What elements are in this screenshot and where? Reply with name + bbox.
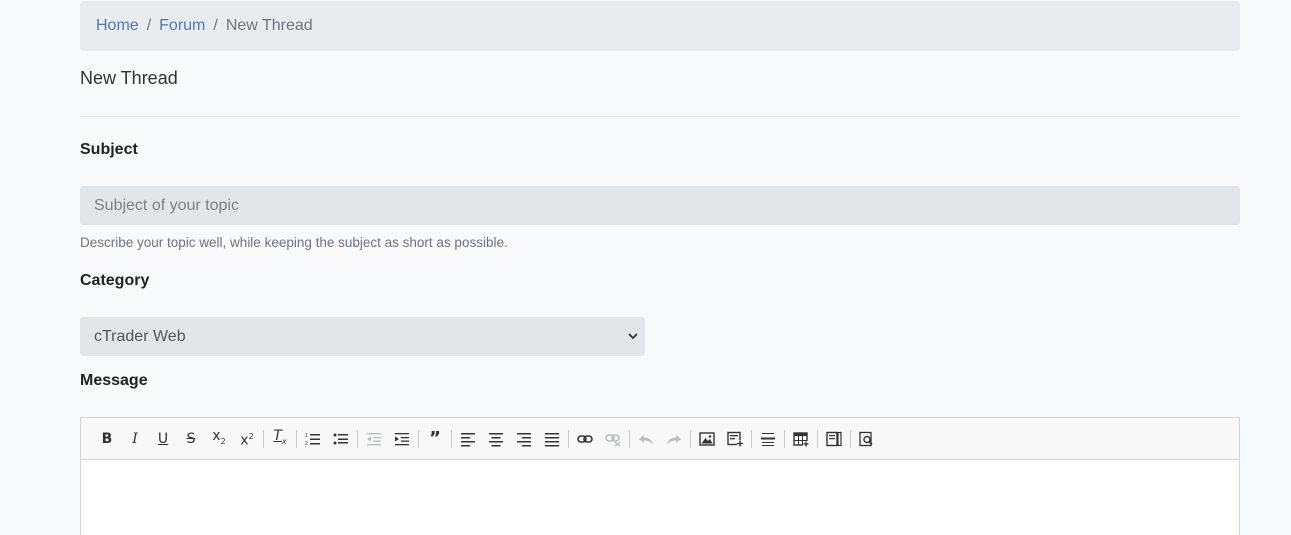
- subscript-icon: x2: [212, 427, 226, 446]
- message-textarea[interactable]: [81, 460, 1239, 535]
- chevron-down-icon: [628, 333, 638, 340]
- remove-format-icon: Tx: [273, 427, 287, 446]
- category-select[interactable]: cTrader Web: [80, 317, 645, 356]
- page-title: New Thread: [80, 68, 178, 88]
- toolbar-separator: [850, 429, 851, 448]
- toolbar-separator: [784, 429, 785, 448]
- blockquote-icon: ”: [429, 427, 441, 449]
- source-button[interactable]: [820, 425, 848, 453]
- message-label: Message: [80, 372, 148, 389]
- outdent-icon: [367, 432, 381, 445]
- bulleted-list-icon: [333, 433, 348, 444]
- toolbar-separator: [751, 429, 752, 448]
- align-left-button[interactable]: [454, 425, 482, 453]
- toolbar-separator: [296, 429, 297, 448]
- unlink-button[interactable]: [599, 425, 627, 453]
- superscript-button[interactable]: x2: [233, 425, 261, 453]
- toolbar-separator: [568, 429, 569, 448]
- undo-button[interactable]: [632, 425, 660, 453]
- breadcrumb-separator: /: [146, 17, 152, 34]
- horizontal-rule-button[interactable]: [754, 425, 782, 453]
- underline-icon: U: [157, 430, 169, 447]
- insert-media-icon: [727, 431, 743, 446]
- subject-label: Subject: [80, 141, 138, 158]
- breadcrumb: Home / Forum / New Thread: [80, 1, 1240, 51]
- align-center-icon: [489, 432, 503, 446]
- source-icon: [826, 431, 842, 446]
- breadcrumb-home-link[interactable]: Home: [96, 17, 139, 35]
- undo-icon: [639, 434, 653, 445]
- align-right-icon: [517, 432, 531, 446]
- svg-text:1: 1: [305, 433, 308, 439]
- link-icon: [577, 434, 593, 443]
- subscript-button[interactable]: x2: [205, 425, 233, 453]
- image-icon: [699, 431, 715, 446]
- numbered-list-icon: 12: [305, 433, 320, 447]
- message-editor: B I U S x2 x2 Tx 12 ”: [80, 417, 1240, 535]
- indent-icon: [395, 432, 409, 445]
- outdent-button[interactable]: [360, 425, 388, 453]
- superscript-icon: x2: [240, 431, 254, 449]
- align-left-icon: [461, 432, 475, 446]
- subject-help-text: Describe your topic well, while keeping …: [80, 235, 508, 250]
- toolbar-separator: [817, 429, 818, 448]
- align-justify-icon: [545, 432, 559, 446]
- italic-button[interactable]: I: [121, 425, 149, 453]
- underline-button[interactable]: U: [149, 425, 177, 453]
- strikethrough-icon: S: [186, 430, 196, 447]
- bold-button[interactable]: B: [93, 425, 121, 453]
- align-right-button[interactable]: [510, 425, 538, 453]
- editor-toolbar: B I U S x2 x2 Tx 12 ”: [81, 418, 1239, 460]
- breadcrumb-separator: /: [213, 17, 218, 34]
- table-button[interactable]: [787, 425, 815, 453]
- subject-input[interactable]: [80, 186, 1240, 225]
- bulleted-list-button[interactable]: [327, 425, 355, 453]
- redo-icon: [667, 434, 681, 445]
- blockquote-button[interactable]: ”: [421, 425, 449, 453]
- italic-icon: I: [132, 430, 138, 447]
- image-button[interactable]: [693, 425, 721, 453]
- numbered-list-button[interactable]: 12: [299, 425, 327, 453]
- toolbar-separator: [690, 429, 691, 448]
- breadcrumb-forum-link[interactable]: Forum: [159, 17, 205, 35]
- insert-media-button[interactable]: [721, 425, 749, 453]
- preview-icon: [859, 431, 873, 446]
- bold-icon: B: [101, 430, 113, 447]
- category-label: Category: [80, 272, 150, 289]
- breadcrumb-current: New Thread: [225, 17, 313, 34]
- align-justify-button[interactable]: [538, 425, 566, 453]
- remove-format-button[interactable]: Tx: [266, 425, 294, 453]
- category-selected-value: cTrader Web: [94, 327, 186, 345]
- strikethrough-button[interactable]: S: [177, 425, 205, 453]
- indent-button[interactable]: [388, 425, 416, 453]
- toolbar-separator: [418, 429, 419, 448]
- link-button[interactable]: [571, 425, 599, 453]
- horizontal-rule-icon: [761, 432, 775, 446]
- unlink-icon: [605, 433, 621, 447]
- toolbar-separator: [629, 429, 630, 448]
- toolbar-separator: [357, 429, 358, 448]
- divider: [80, 116, 1240, 117]
- preview-button[interactable]: [853, 425, 881, 453]
- redo-button[interactable]: [660, 425, 688, 453]
- toolbar-separator: [451, 429, 452, 448]
- align-center-button[interactable]: [482, 425, 510, 453]
- table-icon: [793, 431, 809, 447]
- toolbar-separator: [263, 429, 264, 448]
- svg-text:2: 2: [305, 441, 308, 447]
